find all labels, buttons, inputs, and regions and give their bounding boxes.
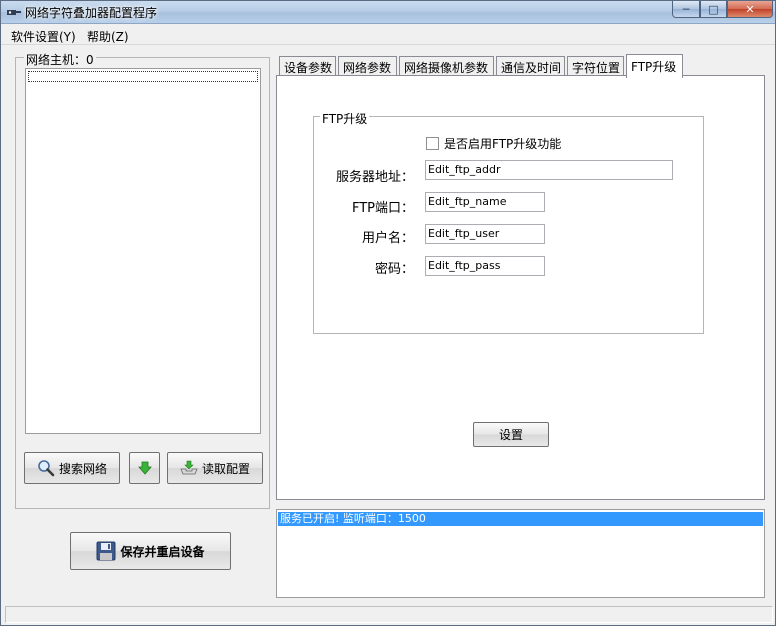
ftp-group-title: FTP升级 [320,110,370,127]
tab-ftp-upgrade[interactable]: FTP升级 [626,54,683,78]
main-window: 网络字符叠加器配置程序 ─ □ ✕ 软件设置(Y) 帮助(Z) 网络主机：0 搜… [0,0,776,626]
save-restart-label: 保存并重启设备 [120,544,205,559]
search-network-label: 搜索网络 [58,461,107,476]
tab-comm-time[interactable]: 通信及时间 [496,56,565,77]
password-input[interactable]: Edit_ftp_pass [425,256,545,276]
tab-network-params-label: 网络参数 [343,60,392,75]
username-input[interactable]: Edit_ftp_user [425,224,545,244]
save-restart-button[interactable]: 保存并重启设备 [70,532,231,570]
host-list[interactable] [25,68,261,434]
window-title: 网络字符叠加器配置程序 [25,6,158,20]
ftp-port-input[interactable]: Edit_ftp_name [425,192,545,212]
log-list[interactable]: 服务已开启! 监听端口：1500 [276,509,765,598]
host-group: 网络主机：0 搜索网络 读取配置 [15,51,270,509]
tab-network-params[interactable]: 网络参数 [338,56,397,77]
close-icon: ✕ [745,2,755,16]
host-list-focus-row[interactable] [28,71,258,82]
tray-download-icon [180,460,198,475]
server-address-label: 服务器地址： [335,170,414,185]
tab-char-position[interactable]: 字符位置 [567,56,624,77]
menu-bar: 软件设置(Y) 帮助(Z) [1,25,775,45]
tab-ipcamera-params[interactable]: 网络摄像机参数 [399,56,494,77]
download-arrow-button[interactable] [129,452,160,484]
maximize-icon: □ [708,2,719,16]
menu-software-settings[interactable]: 软件设置(Y) [11,28,76,45]
tab-char-position-label: 字符位置 [572,60,621,75]
host-count-label: 网络主机：0 [24,51,96,68]
enable-ftp-checkbox[interactable] [426,137,439,150]
minimize-button[interactable]: ─ [672,1,700,18]
search-icon [38,460,55,477]
read-config-label: 读取配置 [201,461,250,476]
maximize-button[interactable]: □ [700,1,727,18]
tab-device-params[interactable]: 设备参数 [279,56,336,77]
ftp-upgrade-group: FTP升级 是否启用FTP升级功能 服务器地址： Edit_ftp_addr F… [313,110,704,334]
close-button[interactable]: ✕ [727,1,773,18]
ftp-port-label: FTP端口： [351,201,414,216]
arrow-down-icon [137,461,152,475]
tab-comm-time-label: 通信及时间 [501,60,562,75]
menu-help[interactable]: 帮助(Z) [87,28,129,45]
title-bar[interactable]: 网络字符叠加器配置程序 ─ □ ✕ [1,1,775,24]
log-entry[interactable]: 服务已开启! 监听端口：1500 [278,512,763,526]
tab-ftp-upgrade-label: FTP升级 [631,60,677,74]
app-icon [7,10,21,15]
server-address-input[interactable]: Edit_ftp_addr [425,160,673,180]
username-label: 用户名： [361,231,414,246]
enable-ftp-checkbox-row[interactable]: 是否启用FTP升级功能 [426,135,561,152]
tab-ipcamera-params-label: 网络摄像机参数 [404,60,489,75]
minimize-icon: ─ [682,2,690,16]
status-bar [5,606,773,623]
enable-ftp-label: 是否启用FTP升级功能 [444,137,562,151]
floppy-disk-icon [96,541,116,561]
ftp-tab-panel: FTP升级 是否启用FTP升级功能 服务器地址： Edit_ftp_addr F… [276,75,765,500]
password-label: 密码： [374,262,414,277]
tab-device-params-label: 设备参数 [284,60,333,75]
search-network-button[interactable]: 搜索网络 [24,452,120,484]
read-config-button[interactable]: 读取配置 [167,452,263,484]
set-button[interactable]: 设置 [473,422,549,447]
